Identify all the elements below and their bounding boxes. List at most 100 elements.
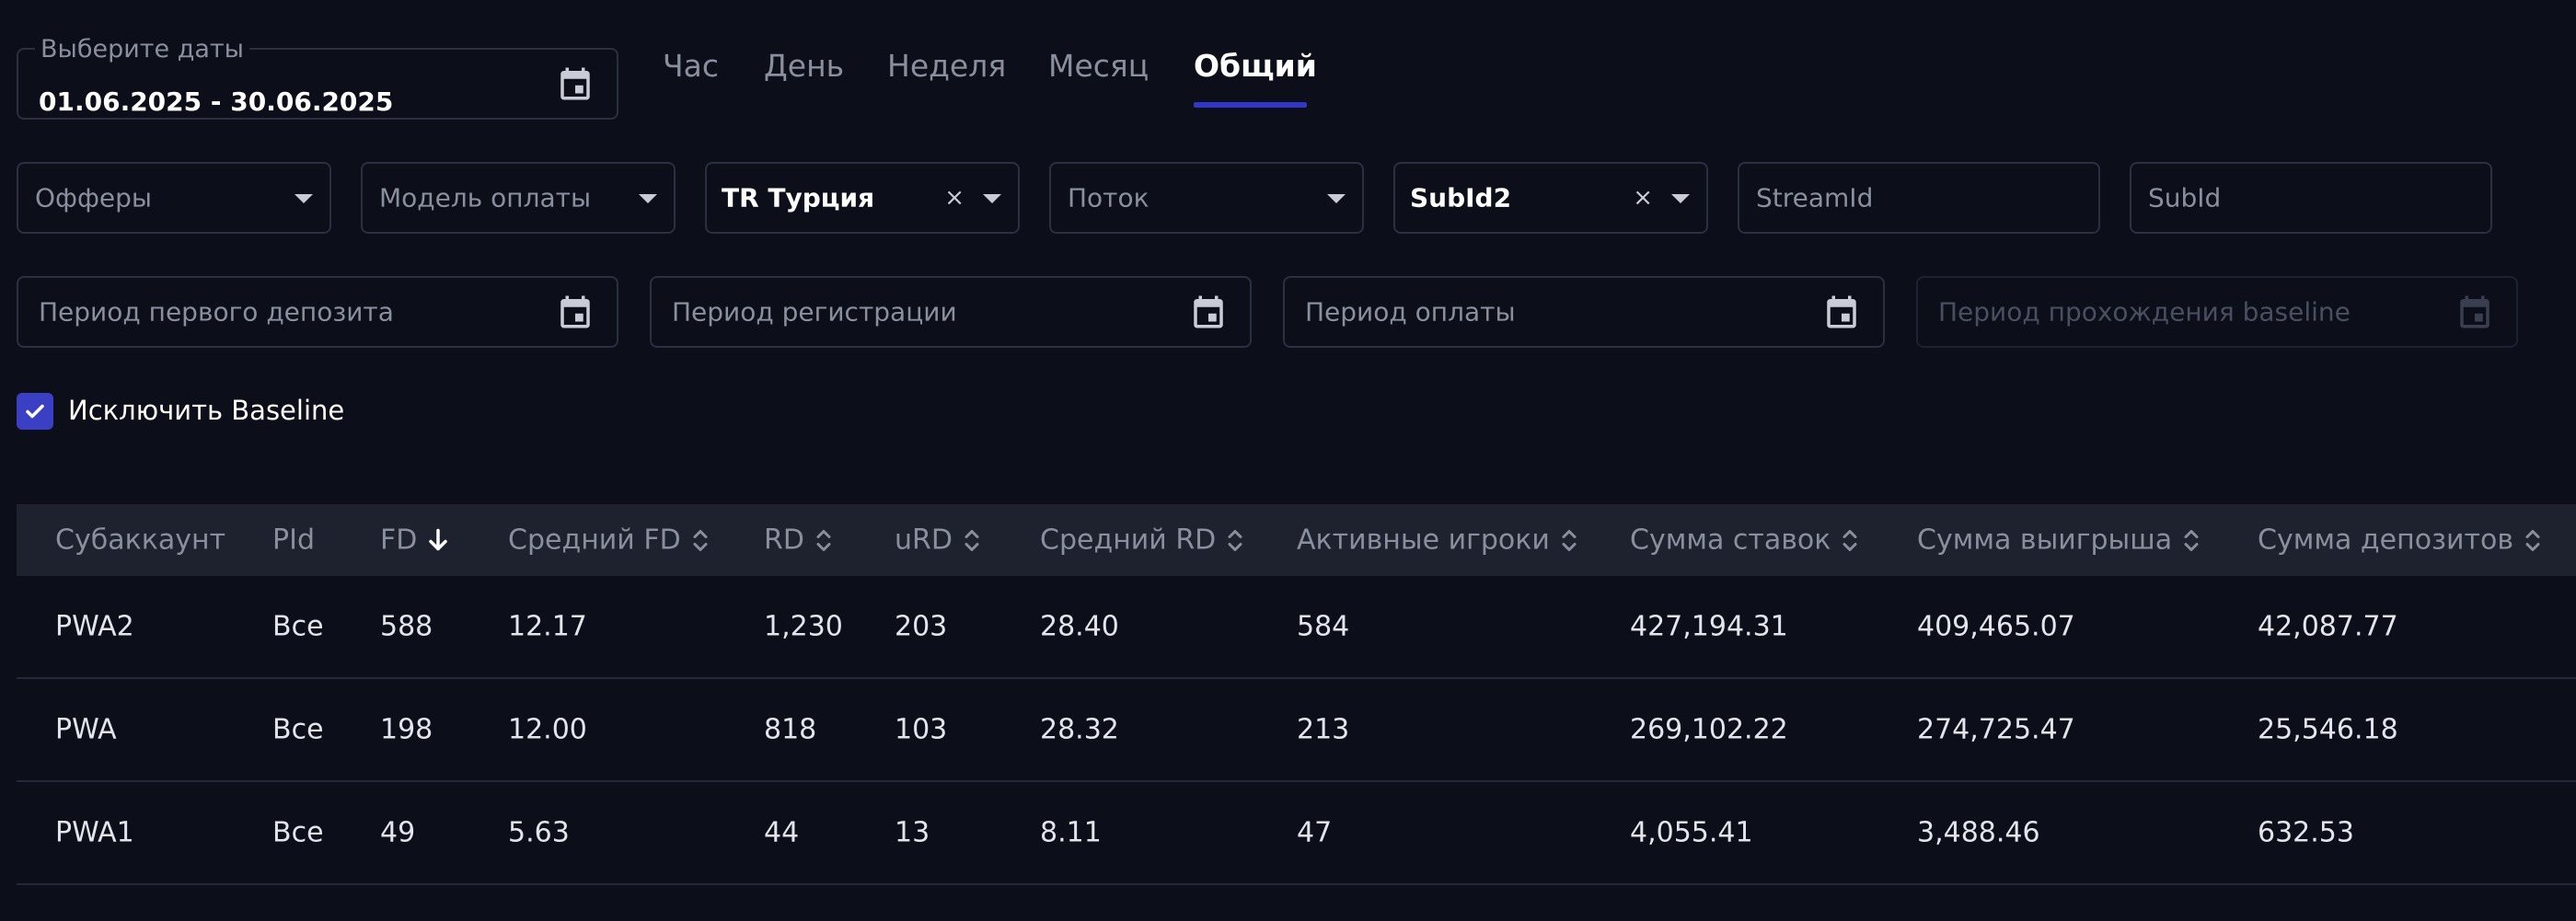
cell-urd: 13 (895, 816, 930, 849)
cell-fd: 198 (380, 713, 433, 746)
calendar-icon[interactable] (556, 64, 595, 103)
cell-avg-rd: 28.40 (1040, 610, 1119, 643)
tab-week[interactable]: Неделя (887, 48, 1006, 84)
sub-id-placeholder: SubId (2148, 182, 2222, 213)
column-header-label: Сумма выигрыша (1917, 524, 2173, 557)
cell-bets-sum: 4,055.41 (1630, 816, 1753, 849)
close-icon[interactable]: × (944, 184, 965, 212)
active-tab-indicator (1194, 102, 1307, 108)
country-value: TR Турция (722, 182, 875, 213)
column-header-rd[interactable]: RD (764, 524, 832, 557)
calendar-icon[interactable] (1822, 293, 1861, 331)
first-deposit-period-field[interactable]: Период первого депозита (17, 276, 618, 348)
column-header-label: Субаккаунт (55, 524, 226, 557)
sort-icon[interactable] (964, 527, 980, 553)
column-header-avg-fd[interactable]: Средний FD (508, 524, 709, 557)
chevron-down-icon[interactable] (1327, 194, 1346, 203)
first-deposit-period-placeholder: Период первого депозита (39, 296, 394, 328)
table-row[interactable]: PWA1 Все 49 5.63 44 13 8.11 47 4,055.41 … (17, 782, 2576, 885)
sort-icon[interactable] (1561, 527, 1577, 553)
date-range-field[interactable]: Выберите даты 01.06.2025 - 30.06.2025 (17, 37, 618, 120)
column-header-label: Активные игроки (1297, 524, 1550, 557)
offers-select[interactable]: Офферы (17, 162, 331, 234)
cell-active-players: 584 (1297, 610, 1350, 643)
cell-winnings-sum: 409,465.07 (1917, 610, 2075, 643)
arrow-down-icon[interactable] (428, 528, 448, 552)
cell-fd: 588 (380, 610, 433, 643)
sub-id-input[interactable]: SubId (2130, 162, 2492, 234)
chevron-down-icon[interactable] (639, 194, 657, 203)
cell-pid: Все (272, 610, 324, 643)
date-range-value: 01.06.2025 - 30.06.2025 (39, 86, 394, 117)
column-header-fd[interactable]: FD (380, 524, 448, 557)
column-header-pid[interactable]: PId (272, 524, 315, 557)
cell-subaccount: PWA (55, 713, 117, 746)
cell-rd: 818 (764, 713, 817, 746)
column-header-label: uRD (895, 524, 953, 557)
cell-avg-fd: 12.17 (508, 610, 587, 643)
sort-icon[interactable] (2524, 527, 2541, 553)
registration-period-field[interactable]: Период регистрации (650, 276, 1252, 348)
cell-avg-rd: 8.11 (1040, 816, 1102, 849)
sort-icon[interactable] (1227, 527, 1243, 553)
cell-fd: 49 (380, 816, 416, 849)
statistics-page: Выберите даты 01.06.2025 - 30.06.2025 Ча… (0, 0, 2576, 921)
chevron-down-icon[interactable] (983, 194, 1001, 203)
table-row[interactable]: PWA2 Все 588 12.17 1,230 203 28.40 584 4… (17, 576, 2576, 679)
sort-icon[interactable] (815, 527, 832, 553)
calendar-icon[interactable] (556, 293, 595, 331)
flow-select[interactable]: Поток (1049, 162, 1364, 234)
table-row[interactable]: PWA Все 198 12.00 818 103 28.32 213 269,… (17, 679, 2576, 782)
exclude-baseline-checkbox[interactable] (17, 393, 53, 430)
column-header-subaccount[interactable]: Субаккаунт (55, 524, 225, 557)
column-header-winnings-sum[interactable]: Сумма выигрыша (1917, 524, 2200, 557)
sort-icon[interactable] (1842, 527, 1858, 553)
cell-bets-sum: 427,194.31 (1630, 610, 1788, 643)
column-header-active-players[interactable]: Активные игроки (1297, 524, 1577, 557)
stream-id-input[interactable]: StreamId (1738, 162, 2100, 234)
column-header-label: Сумма ставок (1630, 524, 1831, 557)
column-header-bets-sum[interactable]: Сумма ставок (1630, 524, 1858, 557)
close-icon[interactable]: × (1633, 184, 1653, 212)
chevron-down-icon[interactable] (1671, 194, 1690, 203)
payment-model-placeholder: Модель оплаты (379, 182, 592, 213)
chevron-down-icon[interactable] (295, 194, 313, 203)
cell-bets-sum: 269,102.22 (1630, 713, 1788, 746)
column-header-avg-rd[interactable]: Средний RD (1040, 524, 1243, 557)
cell-winnings-sum: 274,725.47 (1917, 713, 2075, 746)
column-header-label: Средний FD (508, 524, 681, 557)
tab-month[interactable]: Месяц (1048, 48, 1149, 84)
cell-pid: Все (272, 816, 324, 849)
column-header-label: Средний RD (1040, 524, 1217, 557)
column-header-label: PId (272, 524, 315, 557)
sort-icon[interactable] (692, 527, 709, 553)
cell-avg-rd: 28.32 (1040, 713, 1119, 746)
payment-model-select[interactable]: Модель оплаты (361, 162, 676, 234)
tab-hour[interactable]: Час (663, 48, 719, 84)
cell-deposits-sum: 42,087.77 (2258, 610, 2398, 643)
subid-group-value: SubId2 (1410, 182, 1512, 213)
exclude-baseline-label[interactable]: Исключить Baseline (68, 395, 344, 426)
cell-avg-fd: 5.63 (508, 816, 570, 849)
cell-active-players: 47 (1297, 816, 1333, 849)
sort-icon[interactable] (2183, 527, 2200, 553)
calendar-icon[interactable] (1189, 293, 1228, 331)
column-header-urd[interactable]: uRD (895, 524, 980, 557)
baseline-period-field: Период прохождения baseline (1916, 276, 2518, 348)
cell-rd: 1,230 (764, 610, 843, 643)
cell-pid: Все (272, 713, 324, 746)
tab-total[interactable]: Общий (1194, 48, 1317, 84)
cell-subaccount: PWA1 (55, 816, 134, 849)
date-range-legend: Выберите даты (35, 37, 249, 63)
country-select[interactable]: TR Турция × (705, 162, 1020, 234)
subid-group-select[interactable]: SubId2 × (1393, 162, 1708, 234)
cell-urd: 203 (895, 610, 948, 643)
column-header-label: FD (380, 524, 418, 557)
column-header-deposits-sum[interactable]: Сумма депозитов (2258, 524, 2541, 557)
registration-period-placeholder: Период регистрации (672, 296, 957, 328)
tab-day[interactable]: День (764, 48, 844, 84)
check-icon (26, 404, 44, 419)
payment-period-placeholder: Период оплаты (1305, 296, 1516, 328)
payment-period-field[interactable]: Период оплаты (1283, 276, 1885, 348)
cell-rd: 44 (764, 816, 800, 849)
